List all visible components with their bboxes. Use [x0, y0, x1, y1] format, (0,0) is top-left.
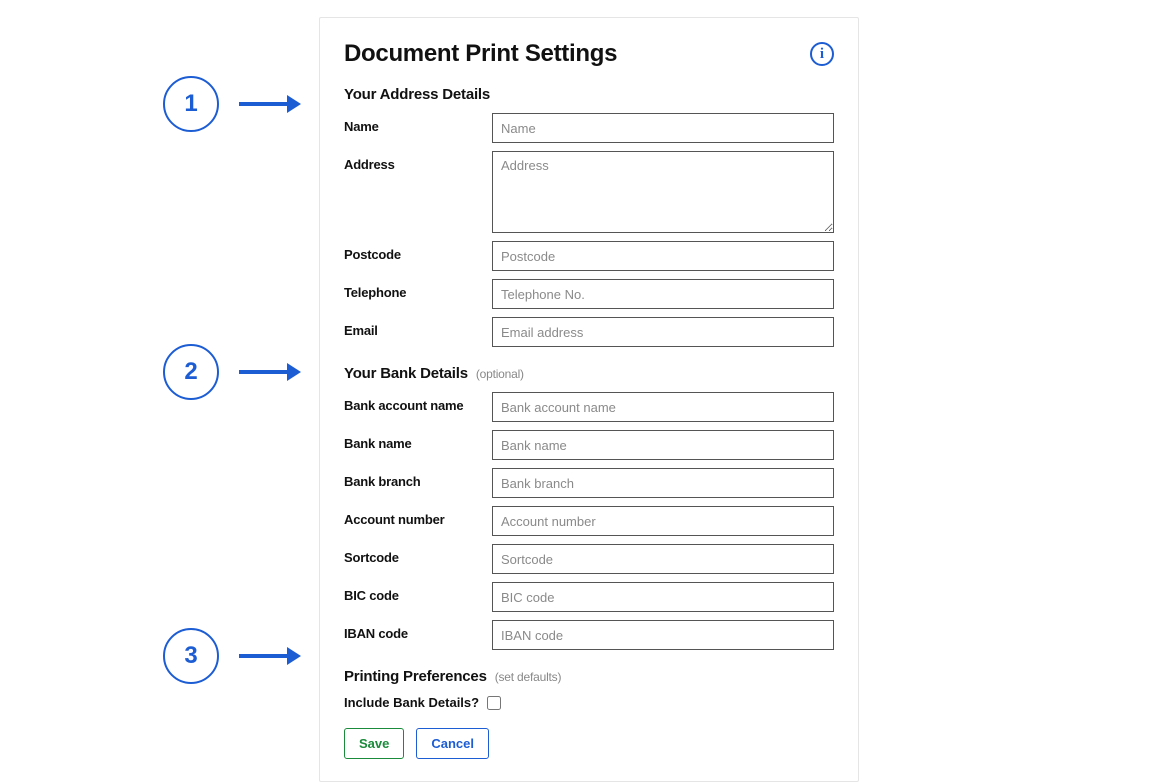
row-name: Name: [344, 113, 834, 143]
bank-name-input[interactable]: [492, 430, 834, 460]
button-row: Save Cancel: [344, 728, 834, 759]
bank-heading-note: (optional): [476, 367, 524, 381]
callout-bubble-3: 3: [163, 628, 219, 684]
label-iban: IBAN code: [344, 620, 492, 641]
row-email: Email: [344, 317, 834, 347]
row-account-number: Account number: [344, 506, 834, 536]
bank-account-name-input[interactable]: [492, 392, 834, 422]
label-bank-branch: Bank branch: [344, 468, 492, 489]
name-input[interactable]: [492, 113, 834, 143]
label-name: Name: [344, 113, 492, 134]
account-number-input[interactable]: [492, 506, 834, 536]
section-heading-address: Your Address Details: [344, 86, 834, 103]
panel-title: Document Print Settings: [344, 40, 617, 68]
info-icon[interactable]: i: [810, 42, 834, 66]
callout-3: 3: [163, 628, 301, 684]
label-address: Address: [344, 151, 492, 172]
label-sortcode: Sortcode: [344, 544, 492, 565]
row-bic: BIC code: [344, 582, 834, 612]
label-bank-account-name: Bank account name: [344, 392, 492, 413]
row-include-bank: Include Bank Details?: [344, 695, 834, 710]
postcode-input[interactable]: [492, 241, 834, 271]
callout-bubble-1: 1: [163, 76, 219, 132]
sortcode-input[interactable]: [492, 544, 834, 574]
row-postcode: Postcode: [344, 241, 834, 271]
callout-bubble-2: 2: [163, 344, 219, 400]
arrow-icon: [239, 363, 301, 381]
arrow-icon: [239, 647, 301, 665]
label-email: Email: [344, 317, 492, 338]
arrow-icon: [239, 95, 301, 113]
row-address: Address: [344, 151, 834, 233]
bank-heading-text: Your Bank Details: [344, 365, 468, 382]
row-bank-account-name: Bank account name: [344, 392, 834, 422]
settings-panel: Document Print Settings i Your Address D…: [319, 17, 859, 782]
label-account-number: Account number: [344, 506, 492, 527]
bank-branch-input[interactable]: [492, 468, 834, 498]
label-postcode: Postcode: [344, 241, 492, 262]
bic-input[interactable]: [492, 582, 834, 612]
label-bic: BIC code: [344, 582, 492, 603]
row-bank-name: Bank name: [344, 430, 834, 460]
row-iban: IBAN code: [344, 620, 834, 650]
label-bank-name: Bank name: [344, 430, 492, 451]
section-heading-bank: Your Bank Details (optional): [344, 365, 834, 382]
include-bank-checkbox[interactable]: [487, 696, 501, 710]
callout-2: 2: [163, 344, 301, 400]
row-bank-branch: Bank branch: [344, 468, 834, 498]
row-telephone: Telephone: [344, 279, 834, 309]
email-input[interactable]: [492, 317, 834, 347]
label-telephone: Telephone: [344, 279, 492, 300]
row-sortcode: Sortcode: [344, 544, 834, 574]
telephone-input[interactable]: [492, 279, 834, 309]
address-textarea[interactable]: [492, 151, 834, 233]
section-heading-printing: Printing Preferences (set defaults): [344, 668, 834, 685]
callout-1: 1: [163, 76, 301, 132]
iban-input[interactable]: [492, 620, 834, 650]
cancel-button[interactable]: Cancel: [416, 728, 489, 759]
printing-heading-text: Printing Preferences: [344, 668, 487, 685]
printing-heading-note: (set defaults): [495, 670, 562, 684]
save-button[interactable]: Save: [344, 728, 404, 759]
label-include-bank: Include Bank Details?: [344, 695, 479, 710]
panel-header: Document Print Settings i: [344, 40, 834, 68]
